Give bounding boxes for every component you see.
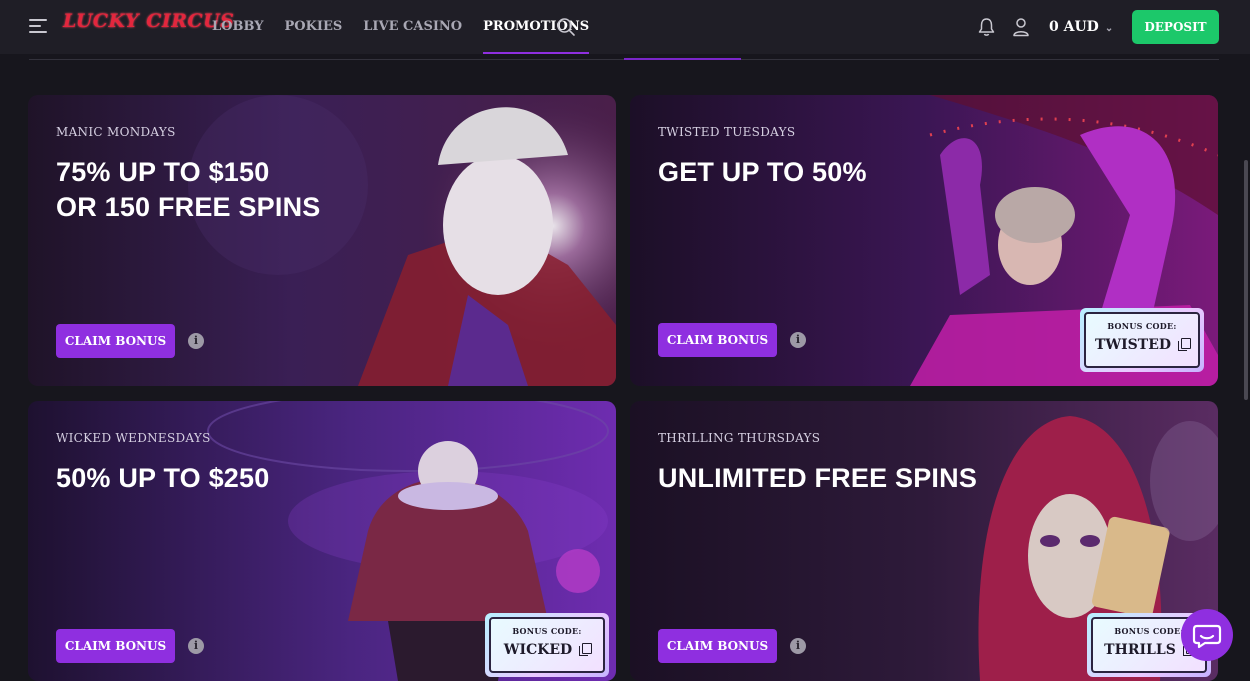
bonus-code-value: TWISTED <box>1094 337 1172 353</box>
claim-bonus-button[interactable]: CLAIM BONUS <box>56 324 175 358</box>
divider-accent <box>624 58 741 60</box>
chat-icon <box>1192 624 1222 649</box>
promo-card-manic-mondays: MANIC MONDAYS 75% UP TO $150 OR 150 FREE… <box>28 95 616 386</box>
site-logo[interactable]: LUCKY CIRCUS <box>63 10 234 32</box>
bonus-code-label: BONUS CODE: <box>1107 321 1177 331</box>
promo-label: TWISTED TUESDAYS <box>658 125 796 139</box>
promo-label: MANIC MONDAYS <box>56 125 176 139</box>
promo-title: 50% UP TO $250 <box>56 461 269 496</box>
promo-title: 75% UP TO $150 OR 150 FREE SPINS <box>56 155 321 225</box>
bonus-code-value: THRILLS <box>1104 642 1176 658</box>
search-icon[interactable] <box>556 17 576 37</box>
promo-title-line: GET UP TO 50% <box>658 157 867 187</box>
top-header: LUCKY CIRCUS LOBBY POKIES LIVE CASINO PR… <box>0 0 1250 54</box>
bonus-code-box[interactable]: BONUS CODE: WICKED <box>485 613 609 677</box>
balance-value: 0 AUD <box>1049 19 1099 35</box>
copy-icon[interactable] <box>579 643 593 656</box>
bell-icon[interactable] <box>977 17 996 37</box>
bonus-code-box[interactable]: BONUS CODE: TWISTED <box>1080 308 1204 372</box>
promo-title-line: OR 150 FREE SPINS <box>56 192 321 222</box>
main-nav: LOBBY POKIES LIVE CASINO PROMOTIONS <box>212 0 610 54</box>
page-scrollbar[interactable] <box>1244 160 1248 400</box>
promo-card-twisted-tuesdays: TWISTED TUESDAYS GET UP TO 50% CLAIM BON… <box>630 95 1218 386</box>
promo-title: GET UP TO 50% <box>658 155 867 190</box>
claim-bonus-button[interactable]: CLAIM BONUS <box>56 629 175 663</box>
deposit-button[interactable]: DEPOSIT <box>1132 10 1219 44</box>
info-icon[interactable]: i <box>790 638 806 654</box>
nav-pokies[interactable]: POKIES <box>285 0 343 54</box>
live-chat-button[interactable] <box>1181 609 1233 661</box>
menu-icon[interactable] <box>29 19 47 35</box>
bonus-code-value: WICKED <box>503 642 573 658</box>
nav-lobby[interactable]: LOBBY <box>212 0 264 54</box>
promo-label: WICKED WEDNESDAYS <box>56 431 211 445</box>
chevron-down-icon: ⌄ <box>1104 23 1114 34</box>
copy-icon[interactable] <box>1178 338 1192 351</box>
user-icon[interactable] <box>1012 17 1030 37</box>
claim-bonus-button[interactable]: CLAIM BONUS <box>658 629 777 663</box>
nav-live-casino[interactable]: LIVE CASINO <box>363 0 462 54</box>
balance-selector[interactable]: 0 AUD ⌄ <box>1049 0 1113 56</box>
promo-card-thrilling-thursdays: THRILLING THURSDAYS UNLIMITED FREE SPINS… <box>630 401 1218 681</box>
promo-label: THRILLING THURSDAYS <box>658 431 821 445</box>
promo-title-line: UNLIMITED FREE SPINS <box>658 463 978 493</box>
promo-card-wicked-wednesdays: WICKED WEDNESDAYS 50% UP TO $250 CLAIM B… <box>28 401 616 681</box>
promo-title: UNLIMITED FREE SPINS <box>658 461 977 496</box>
claim-bonus-button[interactable]: CLAIM BONUS <box>658 323 777 357</box>
info-icon[interactable]: i <box>188 333 204 349</box>
bonus-code-label: BONUS CODE: <box>512 626 582 636</box>
promo-title-line: 50% UP TO $250 <box>56 463 270 493</box>
info-icon[interactable]: i <box>188 638 204 654</box>
promo-title-line: 75% UP TO $150 <box>56 157 270 187</box>
info-icon[interactable]: i <box>790 332 806 348</box>
